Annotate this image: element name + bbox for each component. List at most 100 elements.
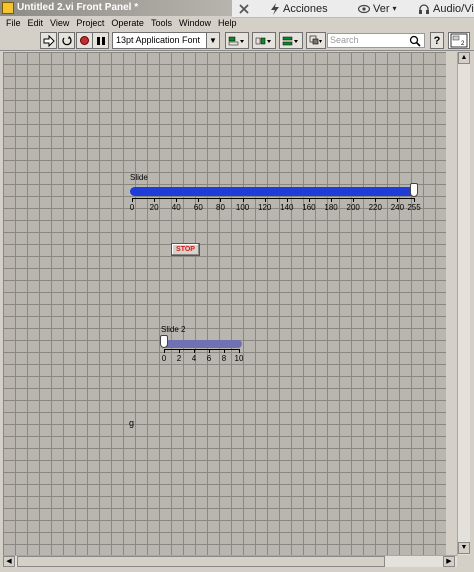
scale-tick-label: 6 (206, 354, 212, 363)
free-label: g (129, 418, 135, 428)
scale-tick-label: 0 (129, 203, 135, 212)
slide-2-thumb[interactable] (160, 335, 168, 348)
scale-tick (164, 349, 165, 353)
run-continuously-button[interactable] (58, 32, 75, 49)
scale-tick (414, 198, 415, 202)
slide-2-track[interactable] (163, 340, 242, 348)
window-title-bar[interactable]: Untitled 2.vi Front Panel * (0, 0, 232, 16)
scale-tick-label: 140 (280, 203, 294, 212)
scale-tick-label: 10 (234, 354, 244, 363)
scale-tick-label: 0 (161, 354, 167, 363)
align-objects-icon (228, 36, 244, 45)
slide-scale: 0 20 40 60 80 100 120 140 160 180 200 220 240 255 (129, 198, 421, 218)
front-panel-canvas[interactable] (3, 52, 446, 555)
run-continuously-icon (61, 35, 72, 45)
menu-help[interactable]: Help (218, 18, 237, 28)
slide-track[interactable] (130, 187, 416, 196)
distribute-objects-icon (255, 37, 271, 44)
menu-window[interactable]: Window (179, 18, 211, 28)
search-icon[interactable] (409, 34, 421, 52)
eye-icon (358, 4, 370, 14)
scale-tick-label: 20 (149, 203, 159, 212)
run-button[interactable] (40, 32, 57, 49)
scale-tick-label: 8 (221, 354, 227, 363)
scale-tick (353, 198, 355, 202)
overlay-item-audio[interactable]: Audio/Vid (418, 1, 474, 17)
menu-view[interactable]: View (50, 18, 69, 28)
stop-sign-icon (80, 36, 89, 45)
menu-tools[interactable]: Tools (151, 18, 172, 28)
scale-tick-label: 60 (193, 203, 203, 212)
scale-tick (286, 198, 288, 202)
scale-tick (220, 198, 222, 202)
scale-tick (331, 198, 333, 202)
scale-tick-label: 4 (191, 354, 197, 363)
headphones-icon (419, 4, 429, 14)
vi-connector-icon: 2 (450, 33, 468, 48)
scale-tick (179, 349, 180, 353)
bolt-icon (271, 3, 279, 15)
menu-project[interactable]: Project (76, 18, 104, 28)
scale-line (164, 349, 239, 350)
help-button[interactable]: ? (430, 32, 444, 49)
horizontal-scroll-thumb[interactable] (17, 556, 385, 567)
scroll-up-icon[interactable]: ▲ (458, 52, 470, 64)
overlay-item-label: Audio/Vid (433, 3, 474, 15)
horizontal-scrollbar[interactable]: ◀ ▶ (3, 555, 457, 567)
pause-icon (96, 36, 105, 45)
menu-operate[interactable]: Operate (111, 18, 144, 28)
menu-file[interactable]: File (6, 18, 21, 28)
vi-icon-pane[interactable]: 2 (448, 32, 470, 49)
window-title: Untitled 2.vi Front Panel * (17, 2, 139, 13)
pause-button[interactable] (92, 32, 109, 49)
align-objects-button[interactable] (225, 32, 249, 49)
scale-line (132, 198, 414, 199)
resize-objects-icon (282, 36, 298, 45)
font-select[interactable]: 13pt Application Font ▼ (112, 32, 220, 49)
scale-tick (198, 198, 200, 202)
scale-tick (239, 349, 240, 353)
scale-tick-label: 180 (324, 203, 338, 212)
stop-button[interactable]: STOP (171, 243, 200, 256)
stop-button-label: STOP (176, 246, 195, 253)
scale-tick (154, 198, 156, 202)
scale-tick (194, 349, 195, 353)
close-icon[interactable] (238, 1, 250, 17)
overlay-item-acciones[interactable]: Acciones (270, 1, 328, 17)
scale-tick (308, 198, 310, 202)
scale-tick-label: 100 (235, 203, 250, 212)
scale-tick-label: 40 (171, 203, 181, 212)
scroll-left-icon[interactable]: ◀ (3, 556, 15, 567)
menu-edit[interactable]: Edit (28, 18, 44, 28)
distribute-objects-button[interactable] (252, 32, 276, 49)
scale-tick-label: 120 (258, 203, 272, 212)
font-select-value: 13pt Application Font (116, 35, 201, 45)
scroll-down-icon[interactable]: ▼ (458, 542, 470, 554)
overlay-item-label: Acciones (283, 3, 328, 15)
chevron-down-icon: ▾ (392, 4, 397, 13)
scale-tick-label: 2 (176, 354, 182, 363)
scroll-right-icon[interactable]: ▶ (443, 556, 455, 567)
slide-2-scale: 0 2 4 6 8 10 (161, 349, 243, 369)
help-label: ? (433, 34, 441, 47)
toolbar: 13pt Application Font ▼ Search ? 2 (0, 30, 474, 51)
vertical-scrollbar[interactable]: ▲ ▼ (457, 52, 470, 555)
reorder-button[interactable] (306, 32, 326, 49)
scale-tick-label: 80 (216, 203, 225, 212)
overlay-toolbar: Acciones Ver ▾ Audio/Vid (232, 0, 474, 18)
slide-2-label: Slide 2 (161, 325, 186, 334)
resize-objects-button[interactable] (279, 32, 303, 49)
run-arrow-icon (43, 34, 55, 47)
overlay-item-label: Ver (373, 3, 390, 15)
reorder-icon (309, 35, 322, 44)
scale-tick-label: 220 (368, 203, 382, 212)
scale-tick-label: 255 (407, 203, 421, 212)
slide-thumb[interactable] (410, 183, 418, 197)
abort-button[interactable] (76, 32, 93, 49)
scale-tick (264, 198, 266, 202)
scale-tick (224, 349, 225, 353)
scale-tick (397, 198, 399, 202)
labview-vi-icon (2, 2, 14, 14)
overlay-item-ver[interactable]: Ver ▾ (358, 1, 397, 17)
scale-tick (132, 198, 133, 202)
